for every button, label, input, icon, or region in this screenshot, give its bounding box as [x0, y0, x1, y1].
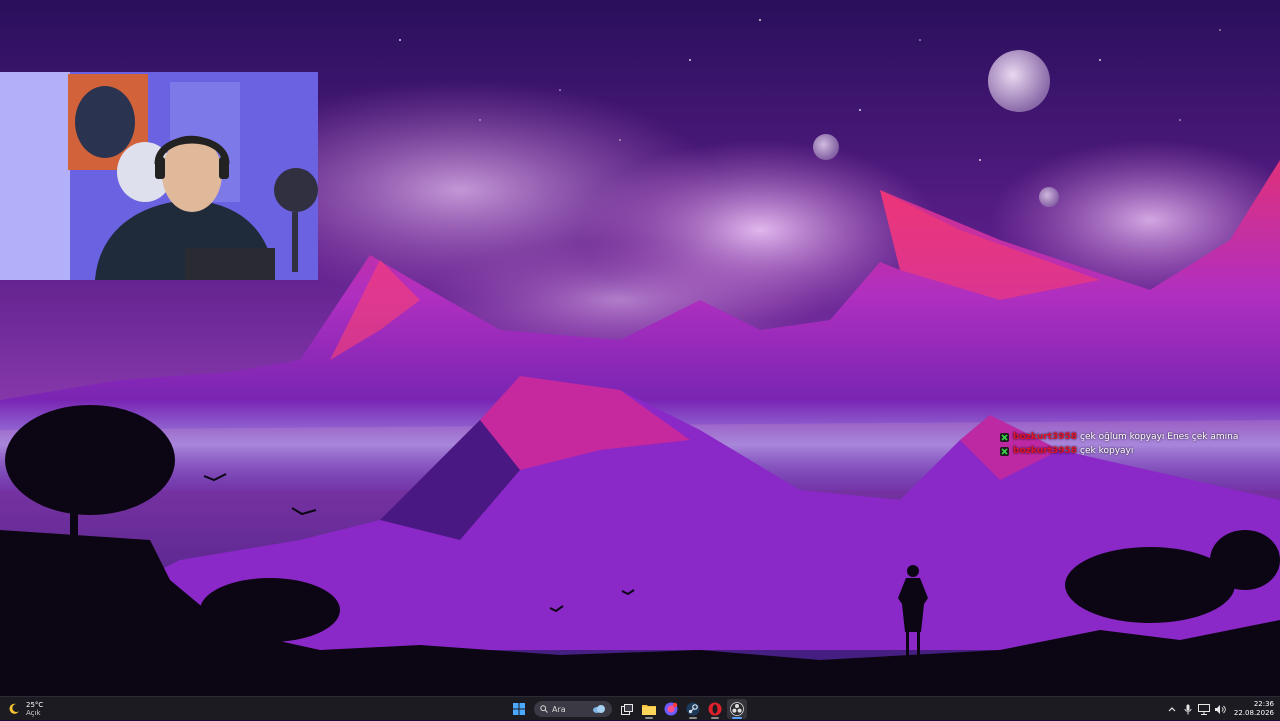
task-view-button[interactable] — [617, 699, 637, 719]
network-button[interactable] — [1197, 702, 1211, 716]
system-tray: 22:36 22.08.2026 — [1164, 697, 1274, 721]
weather-widget[interactable]: 25°C Açık — [8, 699, 43, 719]
start-button[interactable] — [509, 699, 529, 719]
running-indicator — [689, 717, 697, 719]
chat-message: bozkurt3958 çek kopyayı — [1000, 444, 1238, 458]
chat-message-text: çek kopyayı — [1080, 446, 1134, 456]
chat-username: bozkurt3958 — [1013, 446, 1078, 456]
search-bar[interactable]: Ara — [534, 701, 612, 717]
volume-button[interactable] — [1213, 702, 1227, 716]
search-placeholder: Ara — [552, 704, 566, 714]
microphone-icon — [1184, 704, 1192, 714]
chat-app-button[interactable] — [661, 699, 681, 719]
file-explorer-button[interactable] — [639, 699, 659, 719]
opera-gx-button[interactable] — [705, 699, 725, 719]
chat-username: bozkurt3958 — [1013, 432, 1078, 442]
chat-app-icon — [664, 702, 678, 716]
chat-message-text: çek oğlum kopyayı Enes çek amına — [1080, 432, 1239, 442]
weather-moon-icon — [8, 700, 20, 719]
task-view-icon — [621, 703, 633, 715]
chat-badge-icon — [1000, 432, 1009, 442]
show-hidden-icons-button[interactable] — [1165, 702, 1179, 716]
chat-badge-icon — [1000, 446, 1009, 456]
obs-icon — [730, 702, 744, 716]
webcam-feed-image — [0, 72, 318, 280]
opera-icon — [708, 702, 722, 716]
steam-button[interactable] — [683, 699, 703, 719]
chat-message: bozkurt3958 çek oğlum kopyayı Enes çek a… — [1000, 430, 1238, 444]
chat-overlay: bozkurt3958 çek oğlum kopyayı Enes çek a… — [1000, 430, 1238, 458]
webcam-overlay — [0, 72, 318, 280]
active-indicator — [732, 717, 742, 719]
desktop[interactable]: bozkurt3958 çek oğlum kopyayı Enes çek a… — [0, 0, 1280, 696]
search-highlight-icon — [593, 705, 605, 713]
running-indicator — [645, 717, 653, 719]
network-icon — [1197, 703, 1210, 715]
clock-time: 22:36 — [1253, 700, 1274, 708]
clock[interactable]: 22:36 22.08.2026 — [1234, 700, 1274, 718]
obs-button[interactable] — [727, 699, 747, 719]
chevron-up-icon — [1168, 707, 1176, 712]
running-indicator — [711, 717, 719, 719]
volume-icon — [1214, 704, 1226, 714]
weather-temperature: 25°C — [26, 701, 44, 709]
steam-icon — [686, 702, 700, 716]
folder-icon — [642, 705, 656, 715]
search-icon — [540, 705, 548, 713]
clock-date: 22.08.2026 — [1233, 709, 1274, 717]
windows-logo-icon — [513, 703, 525, 715]
weather-condition: Açık — [26, 709, 41, 717]
taskbar-apps: Ara — [508, 697, 748, 721]
taskbar: 25°C Açık Ara 22:36 22.08.2026 — [0, 696, 1280, 720]
microphone-button[interactable] — [1181, 702, 1195, 716]
